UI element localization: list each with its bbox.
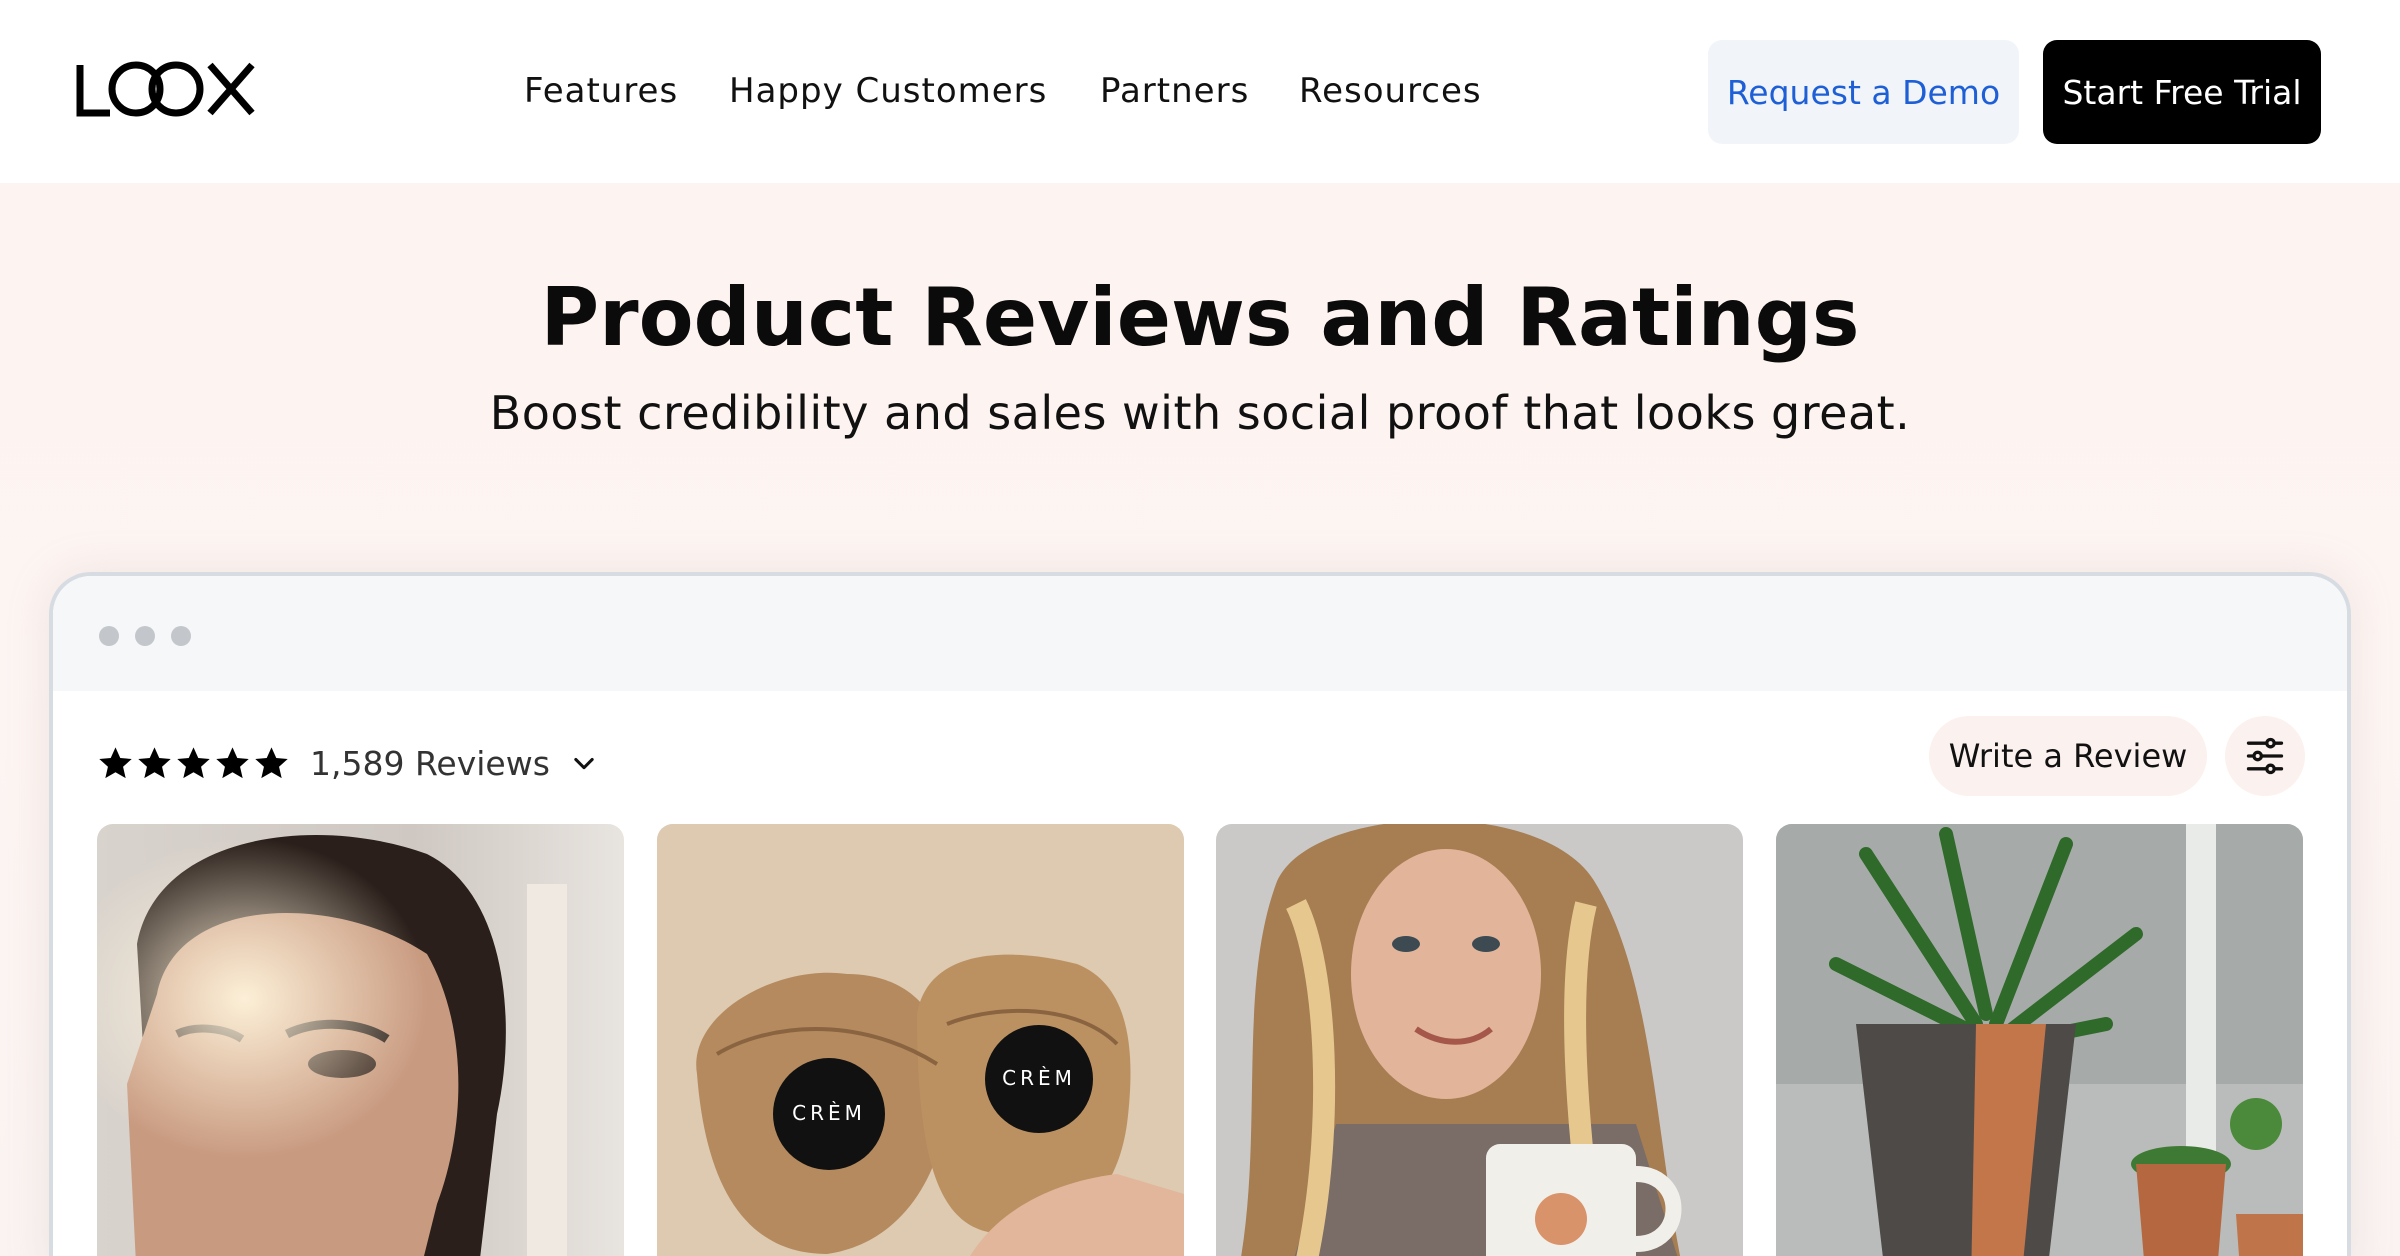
rating-summary[interactable]: 1,589 Reviews: [97, 739, 598, 787]
nav-features[interactable]: Features: [524, 66, 678, 116]
star-icon: [255, 746, 288, 778]
nav-resources[interactable]: Resources: [1299, 66, 1482, 116]
window-dot: [135, 626, 155, 646]
brand-text: CRÈM: [792, 1101, 866, 1125]
main-nav: Features Happy Customers Partners Resour…: [0, 66, 2400, 116]
star-icon: [216, 746, 249, 778]
review-photo-card[interactable]: [1776, 824, 2303, 1256]
window-dot: [99, 626, 119, 646]
brand-text: CRÈM: [1002, 1066, 1076, 1090]
star-icon: [138, 746, 171, 778]
sliders-icon: [2246, 737, 2284, 775]
filter-button[interactable]: [2225, 716, 2305, 796]
star-icon: [177, 746, 210, 778]
review-photo-card[interactable]: [97, 824, 624, 1256]
review-photo-woman-mug: [1216, 824, 1743, 1256]
site-header: Features Happy Customers Partners Resour…: [0, 0, 2400, 183]
nav-happy-customers[interactable]: Happy Customers: [729, 66, 1047, 116]
star-rating: [97, 745, 290, 782]
hero-title: Product Reviews and Ratings: [540, 271, 1860, 364]
write-review-button[interactable]: Write a Review: [1929, 716, 2207, 796]
review-photo-plants: [1776, 824, 2303, 1256]
review-photo-face: [97, 824, 624, 1256]
review-count: 1,589 Reviews: [310, 743, 550, 783]
request-demo-button[interactable]: Request a Demo: [1708, 40, 2019, 144]
review-photo-packages: CRÈM CRÈM: [657, 824, 1184, 1256]
hero-subtitle: Boost credibility and sales with social …: [489, 386, 1911, 440]
browser-mockup: 1,589 Reviews Write a Review CRÈM CRÈM: [49, 572, 2351, 1256]
chevron-down-icon[interactable]: [570, 749, 598, 777]
review-photo-card[interactable]: [1216, 824, 1743, 1256]
review-photo-card[interactable]: CRÈM CRÈM: [657, 824, 1184, 1256]
nav-partners[interactable]: Partners: [1100, 66, 1249, 116]
window-dot: [171, 626, 191, 646]
start-free-trial-button[interactable]: Start Free Trial: [2043, 40, 2321, 144]
browser-title-bar: [53, 576, 2347, 691]
star-icon: [99, 746, 132, 778]
